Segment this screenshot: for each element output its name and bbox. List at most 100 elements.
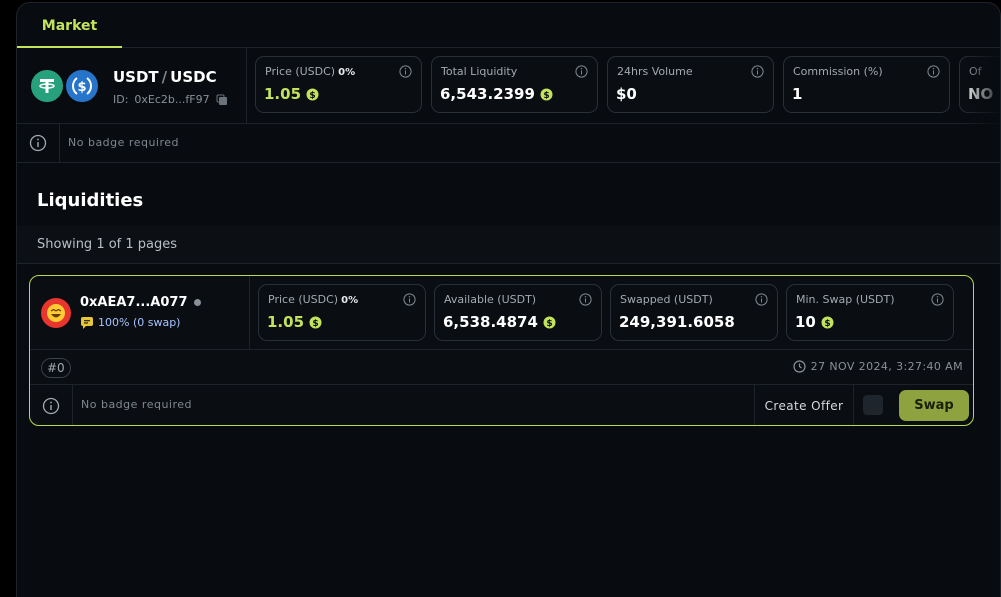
stat-card: Total Liquidity 6,543.2399 $ [431, 56, 598, 113]
liquidity-card-top: 0xAEA7...A077 100% (0 swap) Price (USDC)… [30, 276, 973, 350]
swap-checkbox[interactable] [863, 395, 883, 415]
info-icon[interactable] [755, 293, 768, 306]
owner-address-text: 0xAEA7...A077 [80, 295, 188, 310]
info-icon[interactable] [575, 65, 588, 78]
info-icon[interactable] [931, 293, 944, 306]
liquidity-badge-info-cell [30, 385, 73, 425]
info-icon[interactable] [927, 65, 940, 78]
info-icon [42, 397, 60, 414]
stat-value-text: 10 [795, 313, 816, 331]
stat-label-text: Price (USDC) [268, 293, 339, 306]
stat-value: 1.05 $ [267, 313, 322, 331]
dollar-coin-icon: $ [540, 88, 553, 101]
stat-label: Total Liquidity [441, 65, 517, 78]
dollar-coin-icon: $ [543, 316, 556, 329]
dollar-coin-icon: $ [309, 316, 322, 329]
stat-label: Swapped (USDT) [620, 293, 713, 306]
tab-bar: Market [17, 3, 1000, 48]
stat-value: 10 $ [795, 313, 834, 331]
liquidity-card-meta: #0 27 NOV 2024, 3:27:40 AM [30, 350, 973, 385]
info-icon[interactable] [751, 65, 764, 78]
pair-id-value: 0xEc2b...fF97 [134, 93, 210, 106]
info-icon[interactable] [579, 293, 592, 306]
stat-value-text: 1.05 [267, 313, 305, 331]
owner-block: 0xAEA7...A077 100% (0 swap) [30, 276, 250, 350]
stat-label: 24hrs Volume [617, 65, 693, 78]
stat-value: 1.05 $ [264, 85, 319, 103]
tab-market-label: Market [41, 17, 98, 34]
stat-card: Of NO [959, 56, 1000, 113]
pair-base: USDT [113, 68, 159, 86]
stat-value: 249,391.6058 [619, 313, 735, 331]
owner-rate-text: 100% (0 swap) [98, 316, 181, 329]
stat-change: 0% [338, 67, 356, 78]
liquidity-card[interactable]: 0xAEA7...A077 100% (0 swap) Price (USDC)… [29, 275, 974, 426]
pair-quote: USDC [170, 68, 217, 86]
stat-label: Price (USDC) 0% [268, 293, 358, 306]
svg-text:$: $ [824, 319, 830, 329]
owner-rate: 100% (0 swap) [80, 316, 180, 329]
stat-card: Swapped (USDT) 249,391.6058 [610, 284, 778, 341]
swap-button[interactable]: Swap [899, 390, 969, 421]
info-icon[interactable] [399, 65, 412, 78]
pagination-bar: Showing 1 of 1 pages [17, 226, 1000, 264]
stat-value-text: 249,391.6058 [619, 313, 735, 331]
create-offer-button[interactable]: Create Offer [754, 385, 854, 425]
owner-address[interactable]: 0xAEA7...A077 [80, 295, 201, 310]
stat-label: Price (USDC) 0% [265, 65, 355, 78]
dollar-coin-icon: $ [306, 88, 319, 101]
pair-id: ID: 0xEc2b...fF97 [113, 93, 228, 106]
stat-label-text: Min. Swap (USDT) [796, 293, 895, 306]
info-icon [29, 134, 47, 152]
stat-value: $0 [616, 85, 637, 103]
info-icon[interactable] [403, 293, 416, 306]
market-badge-text: No badge required [68, 136, 179, 149]
status-dot [193, 299, 201, 306]
stat-card: Commission (%) 1 [783, 56, 950, 113]
stat-value-text: 6,538.4874 [443, 313, 538, 331]
chat-icon [81, 317, 93, 329]
stat-label: Commission (%) [793, 65, 883, 78]
pair-block: $ USDT / USDC ID: 0xEc2b...fF97 [17, 48, 247, 124]
stat-card: 24hrs Volume $0 [607, 56, 774, 113]
stat-label: Min. Swap (USDT) [796, 293, 895, 306]
svg-text:$: $ [309, 91, 315, 101]
pair-separator: / [161, 68, 168, 86]
liquidity-badge-text: No badge required [81, 398, 192, 411]
svg-text:$: $ [546, 319, 552, 329]
stat-card: Price (USDC) 0% 1.05 $ [255, 56, 422, 113]
emoji-face-icon [47, 304, 65, 322]
stat-label-text: Price (USDC) [265, 65, 336, 78]
svg-text:$: $ [77, 80, 86, 95]
stat-value: NO [968, 85, 993, 103]
copy-icon[interactable] [216, 94, 228, 106]
pair-name: USDT / USDC [113, 68, 217, 86]
section-title: Liquidities [37, 190, 144, 211]
stat-value-text: 1.05 [264, 85, 302, 103]
stat-label-text: Commission (%) [793, 65, 883, 78]
stat-value: 6,543.2399 $ [440, 85, 553, 103]
badge-info-cell [17, 124, 60, 162]
stat-label: Of [969, 65, 982, 78]
stat-value-text: 1 [792, 85, 803, 103]
liquidity-card-actions: No badge required Create Offer Swap [30, 385, 973, 425]
nonce-badge: #0 [41, 358, 71, 378]
avatar[interactable] [41, 298, 71, 328]
tab-market[interactable]: Market [17, 3, 122, 48]
stat-value-text: $0 [616, 85, 637, 103]
usdc-icon: $ [64, 68, 100, 104]
stat-value-text: NO [968, 85, 994, 103]
dollar-coin-icon: $ [821, 316, 834, 329]
market-badge-row: No badge required [17, 124, 1000, 163]
stat-label-text: Total Liquidity [441, 65, 518, 78]
clock-icon [793, 360, 806, 373]
stat-label-text: Available (USDT) [444, 293, 537, 306]
svg-text:$: $ [312, 319, 318, 329]
timestamp: 27 NOV 2024, 3:27:40 AM [793, 360, 963, 373]
stat-label-text: 24hrs Volume [617, 65, 693, 78]
timestamp-text: 27 NOV 2024, 3:27:40 AM [810, 360, 963, 373]
pagination-text: Showing 1 of 1 pages [37, 237, 178, 252]
stat-value: 1 [792, 85, 802, 103]
stat-label-text: Of [969, 65, 982, 78]
stat-value: 6,538.4874 $ [443, 313, 556, 331]
